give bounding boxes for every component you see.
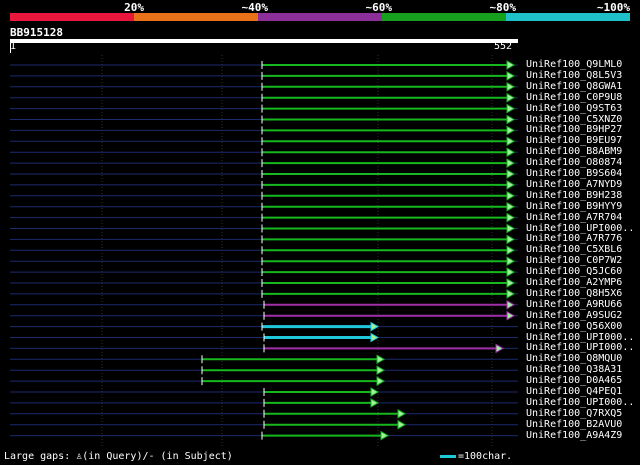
hit-arrow-icon (506, 136, 516, 147)
hit-name-link[interactable]: UniRef100_UPI000.. (526, 332, 634, 343)
hit-name-link[interactable]: UniRef100_C0P9U8 (526, 92, 622, 103)
hit-name-link[interactable]: UniRef100_A9SUG2 (526, 310, 622, 321)
hit-name-link[interactable]: UniRef100_Q8GWA1 (526, 81, 622, 92)
hit-name-link[interactable]: UniRef100_C5XNZ0 (526, 114, 622, 125)
identity-legend: 20% ~40% ~60% ~80% ~100% (10, 0, 630, 22)
hit-arrow-icon (506, 147, 516, 158)
hit-arrow-icon (506, 158, 516, 168)
hit-arrow-icon (506, 267, 516, 277)
hit-arrow-icon (506, 169, 516, 179)
hit-arrow-icon (370, 321, 380, 332)
hit-arrow-icon (506, 289, 516, 299)
scale-legend: =100char. (440, 451, 512, 462)
query-start-tick: 1 (10, 41, 17, 53)
hit-name-link[interactable]: UniRef100_B9S604 (526, 168, 622, 179)
hit-arrow-icon (506, 256, 516, 267)
legend-segment-green (382, 13, 506, 21)
hit-name-link[interactable]: UniRef100_O80874 (526, 157, 622, 168)
hit-name-link[interactable]: UniRef100_UPI000.. (526, 342, 634, 353)
hit-name-link[interactable]: UniRef100_Q9ST63 (526, 103, 622, 114)
hit-arrow-icon (380, 430, 390, 441)
hit-name-link[interactable]: UniRef100_Q4PEQ1 (526, 386, 622, 397)
hit-name-link[interactable]: UniRef100_Q8L5V3 (526, 70, 622, 81)
hit-name-link[interactable]: UniRef100_B9HP27 (526, 124, 622, 135)
hit-alignment-plot: UniRef100_Q9LML0 UniRef100_Q8L5V3 UniRef10… (0, 55, 640, 448)
hit-name-link[interactable]: UniRef100_A7NYD9 (526, 179, 622, 190)
hit-arrow-icon (506, 310, 516, 321)
hit-arrow-icon (506, 245, 516, 256)
hit-name-link[interactable]: UniRef100_UPI000.. (526, 223, 634, 234)
hit-arrow-icon (506, 71, 516, 81)
hit-name-link[interactable]: UniRef100_A9A4Z9 (526, 430, 622, 441)
hit-arrow-icon (376, 376, 386, 386)
hit-name-link[interactable]: UniRef100_C5XBL6 (526, 244, 622, 255)
legend-segment-cyan (506, 13, 630, 21)
hit-arrow-icon (506, 201, 516, 212)
hit-arrow-icon (397, 419, 407, 430)
hit-name-link[interactable]: UniRef100_Q8H5X6 (526, 288, 622, 299)
hit-name-link[interactable]: UniRef100_C0P7W2 (526, 255, 622, 266)
hit-arrow-icon (506, 81, 516, 92)
hit-name-link[interactable]: UniRef100_B2AVU0 (526, 419, 622, 430)
scale-line (440, 454, 456, 458)
hit-arrow-icon (506, 278, 516, 288)
hit-name-link[interactable]: UniRef100_Q9LML0 (526, 59, 622, 70)
hit-arrow-icon (397, 408, 407, 419)
hit-arrow-icon (506, 212, 516, 223)
scale-text: =100char. (458, 451, 513, 462)
hit-name-link[interactable]: UniRef100_Q5JC60 (526, 266, 622, 277)
hit-arrow-icon (506, 125, 516, 136)
hit-arrow-icon (506, 60, 516, 70)
hit-name-link[interactable]: UniRef100_B9H238 (526, 190, 622, 201)
hit-arrow-icon (506, 180, 516, 190)
hit-arrow-icon (506, 299, 516, 310)
hit-name-link[interactable]: UniRef100_B9EU97 (526, 135, 622, 146)
hit-name-link[interactable]: UniRef100_UPI000.. (526, 397, 634, 408)
hit-name-link[interactable]: UniRef100_B8ABM9 (526, 146, 622, 157)
hit-name-link[interactable]: UniRef100_Q38A31 (526, 364, 622, 375)
hit-name-link[interactable]: UniRef100_Q8MQU0 (526, 353, 622, 364)
hit-arrow-icon (376, 365, 386, 376)
query-bar (10, 39, 518, 43)
legend-segment-orange (134, 13, 258, 21)
hit-arrow-icon (506, 114, 516, 125)
hit-name-link[interactable]: UniRef100_D0A465 (526, 375, 622, 386)
hit-name-link[interactable]: UniRef100_A7R704 (526, 212, 622, 223)
query-name: BB915128 (10, 26, 63, 39)
hit-name-link[interactable]: UniRef100_Q7RXQ5 (526, 408, 622, 419)
hit-arrow-icon (506, 234, 516, 245)
hit-arrow-icon (370, 387, 380, 397)
hit-arrow-icon (370, 332, 380, 343)
hit-name-link[interactable]: UniRef100_A7R776 (526, 233, 622, 244)
hit-arrow-icon (506, 92, 516, 103)
query-end-tick: 552 (494, 41, 513, 52)
hit-arrow-icon (376, 354, 386, 365)
hit-name-link[interactable]: UniRef100_A9RU66 (526, 299, 622, 310)
hit-arrow-icon (506, 223, 516, 234)
hit-name-link[interactable]: UniRef100_Q56X00 (526, 321, 622, 332)
hit-arrow-icon (506, 190, 516, 201)
legend-segment-purple (258, 13, 382, 21)
hit-arrow-icon (495, 343, 505, 354)
hit-arrow-icon (506, 103, 516, 114)
hit-arrow-icon (370, 398, 380, 408)
hit-name-link[interactable]: UniRef100_B9HYY9 (526, 201, 622, 212)
legend-segment-red (10, 13, 134, 21)
large-gaps-note: Large gaps: ♙(in Query)/- (in Subject) (4, 451, 233, 462)
hit-name-link[interactable]: UniRef100_A2YMP6 (526, 277, 622, 288)
